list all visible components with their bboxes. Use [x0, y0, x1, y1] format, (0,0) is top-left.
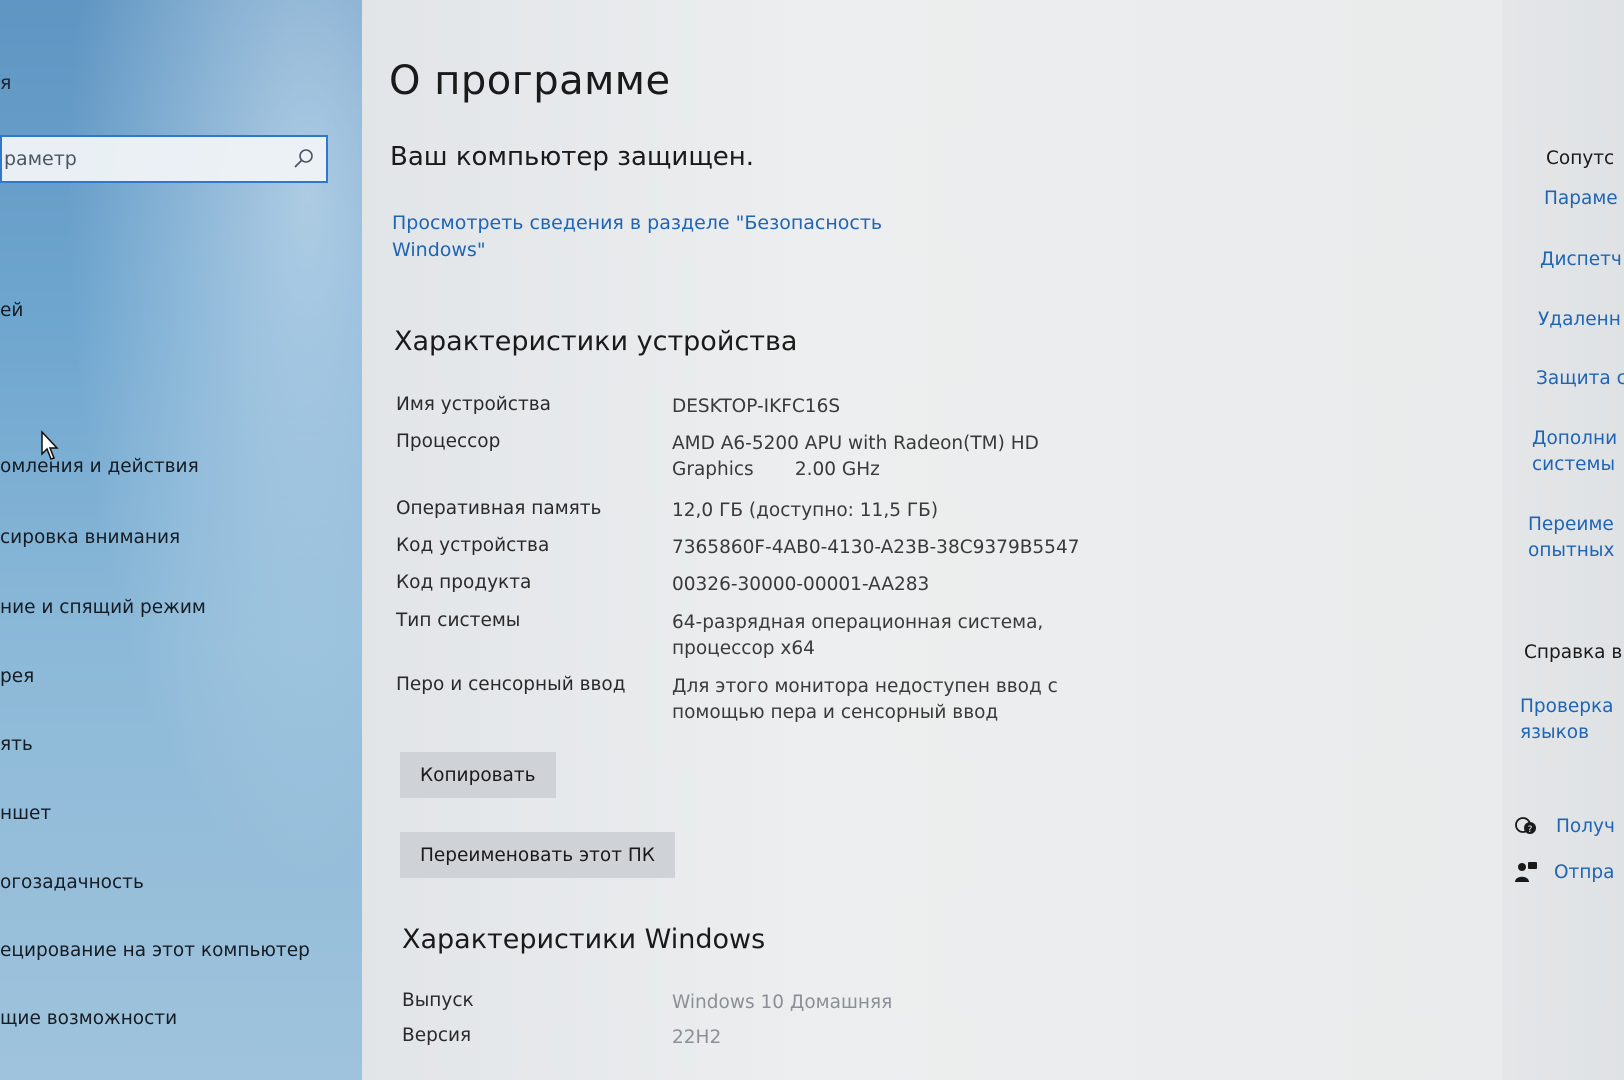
spec-label-pen-touch: Перо и сенсорный ввод	[396, 674, 626, 695]
settings-sidebar: я ей омления и действия сировка внимания…	[0, 0, 362, 1080]
search-box[interactable]	[0, 135, 328, 183]
windows-specs-heading: Характеристики Windows	[402, 924, 766, 955]
spec-value-system-type: 64-разрядная операционная система, проце…	[672, 612, 1044, 659]
spec-label-ram: Оперативная память	[396, 498, 602, 519]
about-page: О программе Ваш компьютер защищен. Просм…	[362, 0, 1502, 1080]
sidebar-item-multitasking[interactable]: огозадачность	[0, 872, 144, 893]
sidebar-item-power-sleep[interactable]: ние и спящий режим	[0, 597, 206, 618]
sidebar-item-storage[interactable]: ять	[0, 734, 33, 755]
spec-value-processor: AMD A6-5200 APU with Radeon(TM) HD Graph…	[672, 433, 1045, 480]
help-heading: Справка в	[1524, 642, 1623, 663]
page-title: О программе	[389, 58, 671, 104]
device-specs-heading: Характеристики устройства	[394, 326, 798, 357]
spec-label-processor: Процессор	[396, 431, 501, 452]
get-help-link[interactable]: Получ	[1556, 814, 1615, 840]
sidebar-item-battery[interactable]: рея	[0, 666, 34, 687]
help-link-check-languages[interactable]: Проверка языков	[1520, 694, 1624, 746]
spec-value-device-name: DESKTOP-IKFC16S	[672, 396, 841, 417]
sidebar-item-focus-assist[interactable]: сировка внимания	[0, 527, 180, 548]
related-link-device-manager[interactable]: Диспетч	[1540, 247, 1622, 273]
related-link-settings[interactable]: Параме	[1544, 186, 1618, 212]
send-feedback-link[interactable]: Отпра	[1554, 860, 1615, 886]
sidebar-header: я	[0, 72, 12, 94]
search-icon[interactable]	[292, 147, 316, 171]
sidebar-item-notifications[interactable]: омления и действия	[0, 456, 199, 477]
related-link-rename-advanced[interactable]: Переиме опытных	[1528, 512, 1624, 564]
spec-label-device-name: Имя устройства	[396, 394, 551, 415]
sidebar-item-projecting[interactable]: ецирование на этот компьютер	[0, 940, 310, 961]
rename-pc-button[interactable]: Переименовать этот ПК	[400, 832, 675, 878]
related-settings-heading: Сопутс	[1546, 148, 1615, 169]
related-link-advanced-system[interactable]: Дополни системы	[1532, 426, 1622, 478]
spec-label-version: Версия	[402, 1025, 472, 1046]
svg-text:?: ?	[1528, 825, 1533, 835]
search-input[interactable]	[2, 137, 284, 181]
spec-label-system-type: Тип системы	[396, 610, 521, 631]
related-settings-pane: Сопутс Параме Диспетч Удаленн Защита с Д…	[1502, 0, 1624, 1080]
sidebar-item-shared-experiences[interactable]: щие возможности	[0, 1008, 177, 1029]
get-help-icon[interactable]: ?	[1514, 815, 1538, 839]
spec-label-edition: Выпуск	[402, 990, 474, 1011]
protection-status: Ваш компьютер защищен.	[390, 142, 755, 172]
feedback-icon[interactable]	[1514, 860, 1538, 884]
spec-value-version: 22H2	[672, 1027, 722, 1048]
related-link-remote-desktop[interactable]: Удаленн	[1538, 307, 1621, 333]
related-link-system-protection[interactable]: Защита с	[1536, 366, 1624, 392]
sidebar-item-tablet[interactable]: ншет	[0, 803, 51, 824]
spec-value-edition: Windows 10 Домашняя	[672, 992, 893, 1013]
spec-value-pen-touch: Для этого монитора недоступен ввод с пом…	[672, 676, 1058, 723]
spec-value-ram: 12,0 ГБ (доступно: 11,5 ГБ)	[672, 500, 939, 521]
spec-value-device-id: 7365860F-4AB0-4130-A23B-38C9379B5547	[672, 537, 1080, 558]
windows-security-link[interactable]: Просмотреть сведения в разделе "Безопасн…	[392, 210, 892, 264]
spec-label-product-id: Код продукта	[396, 572, 532, 593]
sidebar-item[interactable]: ей	[0, 300, 23, 321]
spec-label-device-id: Код устройства	[396, 535, 550, 556]
spec-value-product-id: 00326-30000-00001-AA283	[672, 574, 930, 595]
copy-button[interactable]: Копировать	[400, 752, 556, 798]
mouse-cursor-icon	[41, 430, 59, 460]
